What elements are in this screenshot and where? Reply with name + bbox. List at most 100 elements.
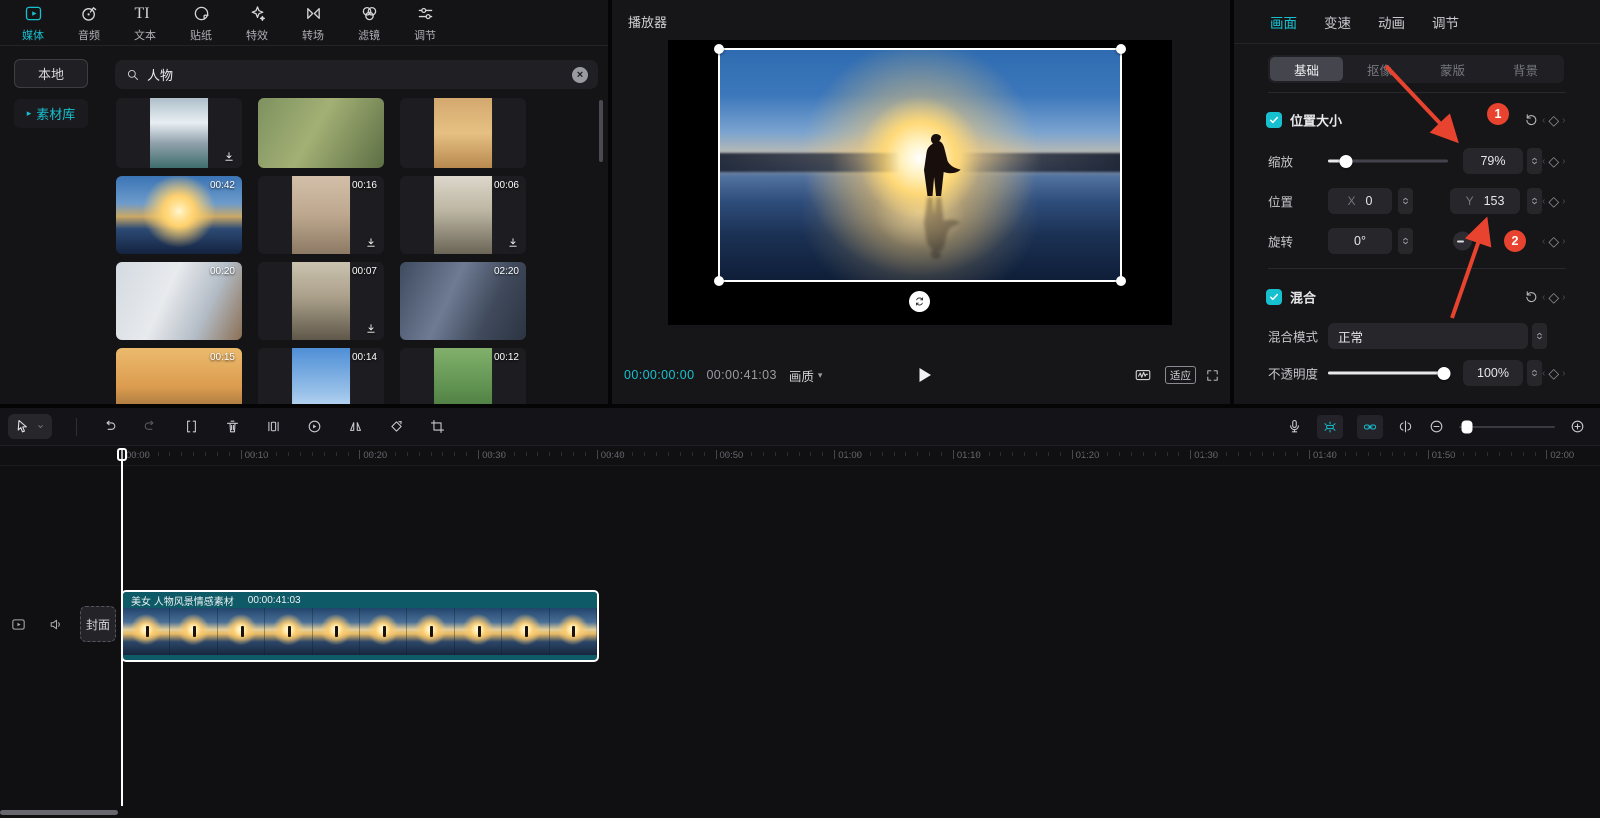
preview-axis-toggle[interactable] [1397, 418, 1414, 435]
zoom-slider-knob[interactable] [1462, 420, 1473, 433]
blend-checkbox[interactable] [1266, 289, 1282, 305]
fullscreen-button[interactable] [1205, 368, 1220, 383]
media-item[interactable]: 02:20 [400, 262, 526, 340]
keyframe-diamond-icon[interactable]: ◇ [1548, 113, 1559, 127]
download-icon[interactable] [364, 236, 378, 250]
tool-media[interactable]: 媒体 [12, 3, 54, 43]
download-icon[interactable] [222, 150, 236, 164]
media-item[interactable]: 00:06 [400, 176, 526, 254]
media-item[interactable]: 00:15 [116, 348, 242, 404]
select-tool[interactable] [8, 414, 52, 439]
media-item[interactable]: 00:20 [116, 262, 242, 340]
download-icon[interactable] [506, 236, 520, 250]
keyframe-diamond-icon[interactable]: ◇ [1548, 234, 1559, 248]
split-button[interactable] [183, 418, 200, 435]
keyframe-diamond-icon[interactable]: ◇ [1548, 366, 1559, 380]
media-item[interactable]: 00:07 [258, 262, 384, 340]
rotate-button[interactable] [388, 418, 405, 435]
record-voiceover-button[interactable] [1286, 418, 1303, 435]
resize-handle-top-right[interactable] [1116, 44, 1126, 54]
selection-box[interactable] [718, 48, 1122, 282]
tool-text[interactable]: TI文本 [124, 3, 166, 43]
blend-mode-dropdown[interactable]: 正常 [1328, 323, 1528, 349]
scale-stepper[interactable] [1527, 148, 1542, 174]
timeline-zoom-slider[interactable] [1459, 426, 1555, 428]
chevron-down-icon[interactable] [35, 421, 46, 432]
inspector-tab[interactable]: 画面 [1270, 12, 1297, 32]
inspector-tab[interactable]: 调节 [1432, 12, 1459, 32]
timeline-zoom-in-button[interactable] [1569, 418, 1586, 435]
position-y-stepper[interactable] [1527, 188, 1542, 214]
track-mute-toggle[interactable] [48, 616, 65, 633]
inspector-tab[interactable]: 变速 [1324, 12, 1351, 32]
media-item[interactable]: 00:12 [400, 348, 526, 404]
resize-handle-bottom-right[interactable] [1116, 276, 1126, 286]
tool-adjust[interactable]: 调节 [404, 3, 446, 43]
inspector-subtab[interactable]: 背景 [1489, 57, 1562, 81]
inspector-subtab[interactable]: 基础 [1270, 57, 1343, 81]
inspector-subtab[interactable]: 抠像 [1343, 57, 1416, 81]
freeze-frame-button[interactable] [265, 418, 282, 435]
tool-filter[interactable]: 滤镜 [348, 3, 390, 43]
position-y-field[interactable]: Y153 [1450, 188, 1520, 214]
keyframe-diamond-icon[interactable]: ◇ [1548, 154, 1559, 168]
position-x-stepper[interactable] [1398, 188, 1413, 214]
tool-transition[interactable]: 转场 [292, 3, 334, 43]
timeline-ruler[interactable]: 00:0000:1000:2000:3000:4000:5001:0001:10… [0, 446, 1600, 466]
media-item[interactable]: 00:42 [116, 176, 242, 254]
play-button[interactable] [912, 363, 936, 387]
fit-button[interactable]: 适应 [1165, 366, 1196, 384]
tool-audio[interactable]: 音频 [68, 3, 110, 43]
delete-button[interactable] [224, 418, 241, 435]
rotation-stepper[interactable] [1398, 228, 1413, 254]
quality-dropdown[interactable]: 画质 ▾ [789, 366, 823, 385]
keyframe-diamond-icon[interactable]: ◇ [1548, 290, 1559, 304]
opacity-value-field[interactable]: 100% [1463, 360, 1523, 386]
reset-blend-button[interactable] [1523, 289, 1540, 306]
playhead[interactable] [117, 448, 127, 461]
rotation-field[interactable]: 0° [1328, 228, 1392, 254]
preview-link-toggle[interactable] [1357, 415, 1383, 439]
main-track-toggle[interactable] [10, 616, 27, 633]
media-item[interactable] [400, 98, 526, 168]
media-item[interactable]: 00:14 [258, 348, 384, 404]
rotate-handle[interactable] [909, 291, 930, 312]
resize-handle-bottom-left[interactable] [714, 276, 724, 286]
media-scrollbar[interactable] [599, 100, 603, 162]
media-item[interactable] [116, 98, 242, 168]
auto-snap-toggle[interactable] [1317, 415, 1343, 439]
tool-effects[interactable]: 特效 [236, 3, 278, 43]
blend-mode-stepper[interactable] [1532, 323, 1547, 349]
crop-button[interactable] [429, 418, 446, 435]
resize-handle-top-left[interactable] [714, 44, 724, 54]
scale-slider[interactable] [1328, 160, 1448, 163]
scale-value-field[interactable]: 79% [1463, 148, 1523, 174]
redo-button[interactable] [142, 418, 159, 435]
undo-button[interactable] [101, 418, 118, 435]
search-input[interactable]: 人物 × [115, 60, 598, 89]
reverse-button[interactable] [306, 418, 323, 435]
opacity-slider[interactable] [1328, 372, 1448, 375]
local-tab[interactable]: 本地 [14, 59, 88, 88]
clear-search-button[interactable]: × [572, 67, 588, 83]
material-library-tab[interactable]: ▸ 素材库 [14, 99, 88, 128]
inspector-subtab[interactable]: 蒙版 [1416, 57, 1489, 81]
cover-button[interactable]: 封面 [80, 606, 116, 642]
opacity-stepper[interactable] [1527, 360, 1542, 386]
timeline-horizontal-scrollbar[interactable] [0, 810, 118, 815]
media-item[interactable] [258, 98, 384, 168]
position-x-field[interactable]: X0 [1328, 188, 1392, 214]
rotation-dial[interactable] [1453, 232, 1472, 251]
opacity-slider-knob[interactable] [1438, 367, 1451, 380]
download-icon[interactable] [364, 322, 378, 336]
audio-waveform-button[interactable] [1130, 366, 1156, 384]
inspector-tab[interactable]: 动画 [1378, 12, 1405, 32]
position-size-checkbox[interactable] [1266, 112, 1282, 128]
timeline-clip[interactable]: 美女 人物风景情感素材 00:00:41:03 [121, 590, 599, 662]
media-item[interactable]: 00:16 [258, 176, 384, 254]
timeline-zoom-out-button[interactable] [1428, 418, 1445, 435]
reset-position-size-button[interactable] [1523, 112, 1540, 129]
mirror-button[interactable] [347, 418, 364, 435]
scale-slider-knob[interactable] [1340, 155, 1353, 168]
keyframe-diamond-icon[interactable]: ◇ [1548, 194, 1559, 208]
